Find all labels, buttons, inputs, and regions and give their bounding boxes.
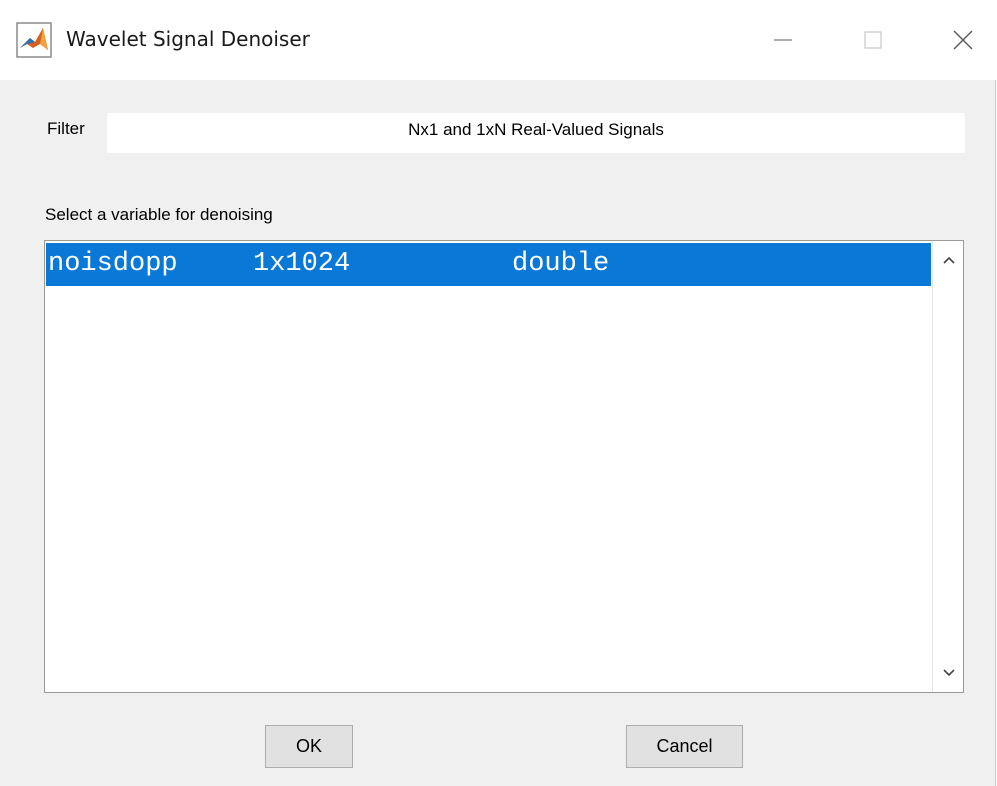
title-bar[interactable]: Wavelet Signal Denoiser: [0, 0, 996, 80]
filter-label: Filter: [47, 119, 85, 138]
ok-button[interactable]: OK: [265, 725, 353, 768]
close-button[interactable]: [940, 17, 986, 63]
variable-class: double: [512, 249, 610, 279]
minimize-button[interactable]: [760, 17, 806, 63]
minimize-icon: [774, 39, 792, 41]
vertical-scrollbar[interactable]: [932, 241, 963, 692]
variable-list-label: Select a variable for denoising: [45, 205, 273, 224]
chevron-down-icon: [942, 669, 955, 677]
dialog-window: Wavelet Signal Denoiser Filter Nx1 and 1…: [0, 0, 996, 786]
list-item[interactable]: noisdopp 1x1024 double: [46, 243, 931, 286]
scroll-down-button[interactable]: [933, 658, 964, 688]
chevron-up-icon: [942, 256, 955, 264]
variable-size: 1x1024: [253, 249, 351, 279]
filter-value: Nx1 and 1xN Real-Valued Signals: [408, 120, 664, 139]
maximize-icon: [864, 31, 882, 49]
filter-dropdown[interactable]: Nx1 and 1xN Real-Valued Signals: [107, 113, 965, 153]
matlab-icon: [16, 22, 52, 58]
scroll-up-button[interactable]: [933, 245, 964, 275]
variable-name: noisdopp: [48, 249, 178, 279]
cancel-button[interactable]: Cancel: [626, 725, 743, 768]
window-title: Wavelet Signal Denoiser: [66, 27, 310, 51]
close-icon: [953, 30, 973, 50]
variable-listbox[interactable]: noisdopp 1x1024 double: [44, 240, 964, 693]
maximize-button[interactable]: [850, 17, 896, 63]
